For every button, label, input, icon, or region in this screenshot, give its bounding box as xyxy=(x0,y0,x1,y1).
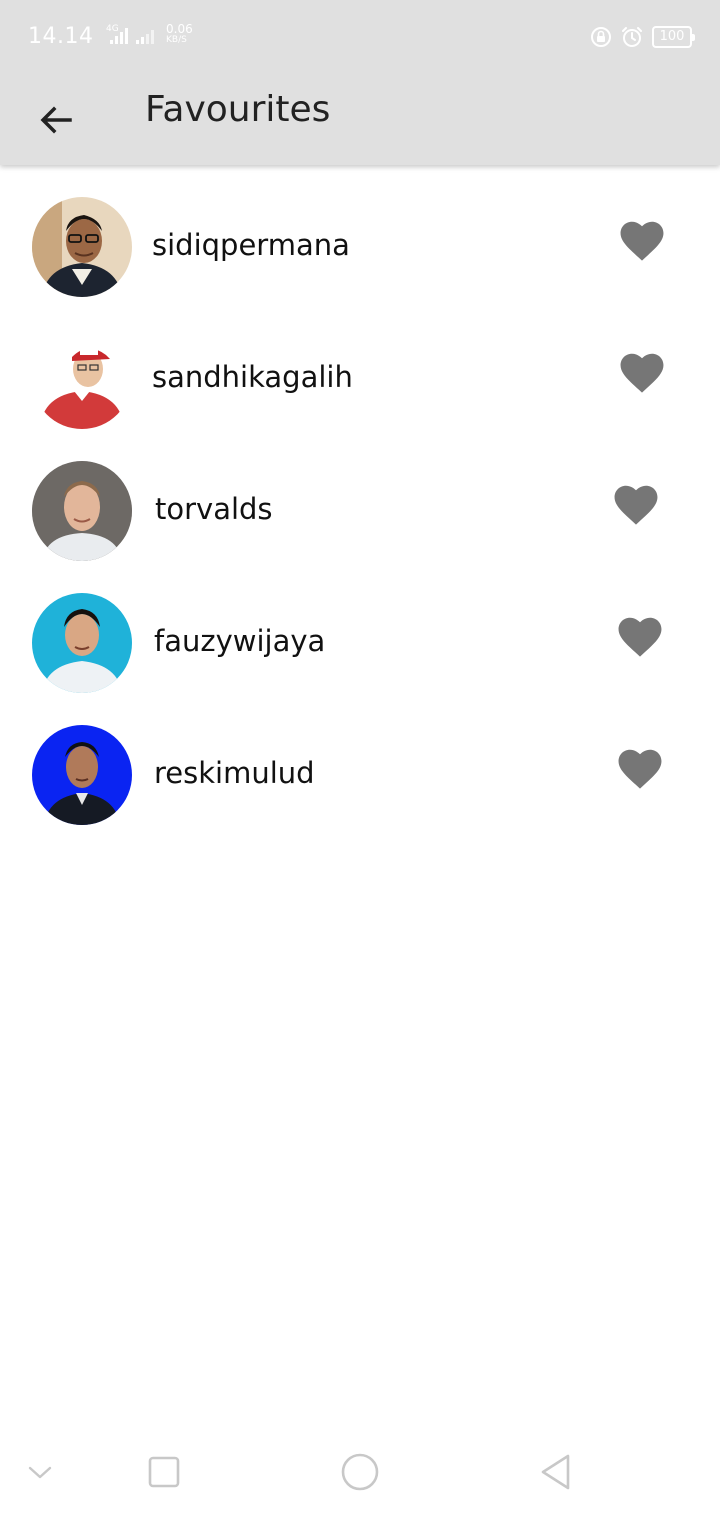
square-recents-icon xyxy=(148,1456,180,1488)
status-right-icons: 100 xyxy=(590,24,695,50)
favourite-button[interactable] xyxy=(612,343,672,403)
heart-icon xyxy=(614,485,658,525)
avatar xyxy=(32,329,132,429)
username: torvalds xyxy=(155,492,273,526)
avatar xyxy=(32,461,132,561)
list-item[interactable]: torvalds xyxy=(0,445,720,577)
network-speed: 0.06 KB/S xyxy=(166,22,206,46)
favourite-button[interactable] xyxy=(610,739,670,799)
heart-icon xyxy=(620,353,664,393)
back-button[interactable] xyxy=(24,88,88,152)
nav-recents-button[interactable] xyxy=(138,1446,190,1498)
list-item[interactable]: sidiqpermana xyxy=(0,181,720,313)
list-item[interactable]: reskimulud xyxy=(0,709,720,841)
status-time: 14.14 xyxy=(28,24,94,49)
avatar xyxy=(32,725,132,825)
page-title: Favourites xyxy=(145,89,331,130)
app-bar: Favourites xyxy=(0,76,720,165)
alarm-icon xyxy=(622,27,642,47)
arrow-back-icon xyxy=(40,106,72,134)
triangle-back-icon xyxy=(541,1454,570,1490)
chevron-down-icon xyxy=(28,1466,52,1479)
speed-value: 0.06 xyxy=(166,22,193,36)
nav-collapse-button[interactable] xyxy=(14,1446,66,1498)
favourites-screen: 14.14 4G 0.06 KB/S 100 Favourites sidiqp… xyxy=(0,0,720,1520)
system-nav-bar xyxy=(0,1424,720,1520)
status-bar: 14.14 4G 0.06 KB/S 100 xyxy=(0,0,720,76)
list-item[interactable]: fauzywijaya xyxy=(0,577,720,709)
username: fauzywijaya xyxy=(154,624,326,658)
network-type: 4G xyxy=(106,24,119,34)
username: sandhikagalih xyxy=(152,360,353,394)
list-item[interactable]: sandhikagalih xyxy=(0,313,720,445)
nav-back-button[interactable] xyxy=(530,1446,582,1498)
username: sidiqpermana xyxy=(152,228,350,262)
favourites-list: sidiqpermana sandhikagalih torvalds fauz… xyxy=(0,181,720,841)
avatar xyxy=(32,197,132,297)
circle-home-icon xyxy=(341,1453,379,1491)
signal-icons: 4G xyxy=(104,24,164,48)
speed-unit: KB/S xyxy=(166,35,187,45)
favourite-button[interactable] xyxy=(606,475,666,535)
heart-icon xyxy=(618,617,662,657)
battery-icon: 100 xyxy=(652,26,695,48)
favourite-button[interactable] xyxy=(612,211,672,271)
favourite-button[interactable] xyxy=(610,607,670,667)
rotation-lock-icon xyxy=(591,27,611,47)
avatar xyxy=(32,593,132,693)
heart-icon xyxy=(620,221,664,261)
username: reskimulud xyxy=(154,756,315,790)
heart-icon xyxy=(618,749,662,789)
nav-home-button[interactable] xyxy=(334,1446,386,1498)
top-bar: 14.14 4G 0.06 KB/S 100 Favourites xyxy=(0,0,720,165)
